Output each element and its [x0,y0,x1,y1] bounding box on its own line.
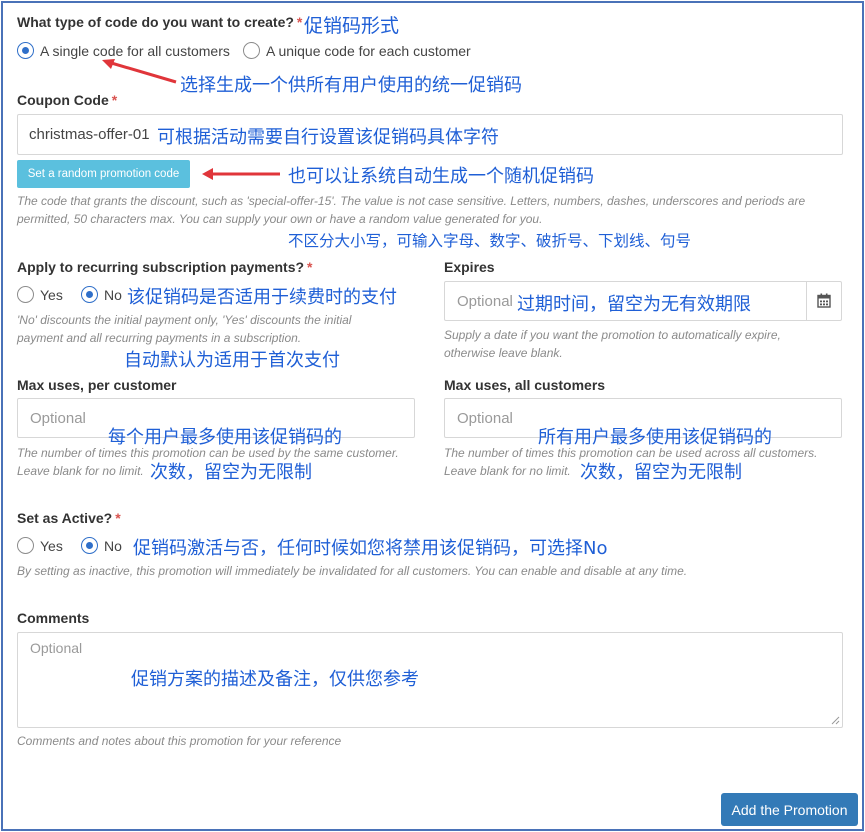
coupon-code-annotation: 可根据活动需要自行设置该促销码具体字符 [157,127,499,148]
arrow-random-code [202,168,280,180]
code-type-label: What type of code do you want to create?… [17,14,302,30]
recurring-yes-radio[interactable] [17,286,34,303]
max-per-customer-label: Max uses, per customer [17,377,177,393]
comments-annotation: 促销方案的描述及备注，仅供您参考 [131,669,419,690]
expires-label: Expires [444,259,495,275]
active-help: By setting as inactive, this promotion w… [17,564,688,578]
add-promotion-button[interactable]: Add the Promotion [721,793,858,826]
active-no-label: No [104,537,122,554]
coupon-code-label: Coupon Code * [17,92,117,108]
active-label-text: Set as Active? [17,510,113,526]
active-no-option[interactable]: No [81,537,122,554]
expires-help-line1: Supply a date if you want the promotion … [444,328,781,342]
required-marker: * [111,92,118,108]
code-option-annotation: 选择生成一个供所有用户使用的统一促销码 [180,75,522,96]
active-yes-option[interactable]: Yes [17,537,63,554]
code-type-annotation: 促销码形式 [304,15,400,37]
max-per-customer-placeholder: Optional [30,410,86,427]
coupon-code-value: christmas-offer-01 [29,126,150,143]
recurring-annotation: 该促销码是否适用于续费时的支付 [127,287,397,308]
recurring-help-line1: 'No' discounts the initial payment only,… [17,313,352,327]
required-marker: * [296,14,303,30]
coupon-help-line1: The code that grants the discount, such … [17,194,806,208]
recurring-no-label: No [104,286,122,303]
expires-annotation: 过期时间，留空为无有效期限 [517,294,751,315]
recurring-yes-label: Yes [40,286,63,303]
arrow-single-code [102,59,177,84]
active-no-radio[interactable] [81,537,98,554]
comments-help: Comments and notes about this promotion … [17,734,342,748]
comments-placeholder: Optional [30,640,83,656]
coupon-code-label-text: Coupon Code [17,92,109,108]
expires-help-line2: otherwise leave blank. [444,346,563,360]
max-per-customer-annotation-2: 次数，留空为无限制 [150,462,312,483]
code-type-label-text: What type of code do you want to create? [17,14,294,30]
expires-help: Supply a date if you want the promotion … [444,326,854,362]
random-code-annotation: 也可以让系统自动生成一个随机促销码 [288,166,594,187]
single-code-radio[interactable] [17,42,34,59]
active-yes-radio[interactable] [17,537,34,554]
recurring-yes-option[interactable]: Yes [17,286,63,303]
unique-code-option[interactable]: A unique code for each customer [243,42,471,59]
active-label: Set as Active? * [17,510,121,526]
unique-code-label: A unique code for each customer [266,42,471,59]
required-marker: * [115,510,121,526]
max-all-customers-placeholder: Optional [457,410,513,427]
resize-handle-icon[interactable] [830,715,840,725]
recurring-no-option[interactable]: No [81,286,122,303]
required-marker: * [307,259,313,275]
max-all-customers-label: Max uses, all customers [444,377,606,393]
expires-divider [806,282,807,320]
expires-placeholder: Optional [457,293,513,310]
max-all-customers-annotation-2: 次数，留空为无限制 [580,462,742,483]
recurring-help-annotation: 自动默认为适用于首次支付 [124,350,340,371]
unique-code-radio[interactable] [243,42,260,59]
coupon-help-line2: permitted, 50 characters max. You can su… [17,212,543,226]
coupon-help-annotation: 不区分大小写，可输入字母、数字、破折号、下划线、句号 [288,232,692,250]
calendar-icon[interactable] [817,293,831,313]
recurring-no-radio[interactable] [81,286,98,303]
recurring-label: Apply to recurring subscription payments… [17,259,313,275]
recurring-help: 'No' discounts the initial payment only,… [17,311,427,347]
comments-label: Comments [17,610,90,626]
recurring-label-text: Apply to recurring subscription payments… [17,259,305,275]
active-yes-label: Yes [40,537,63,554]
recurring-help-line2: payment and all recurring payments in a … [17,331,302,345]
coupon-code-help: The code that grants the discount, such … [17,192,847,228]
active-annotation: 促销码激活与否，任何时候如您将禁用该促销码，可选择No [133,538,608,559]
random-code-button[interactable]: Set a random promotion code [17,160,190,188]
